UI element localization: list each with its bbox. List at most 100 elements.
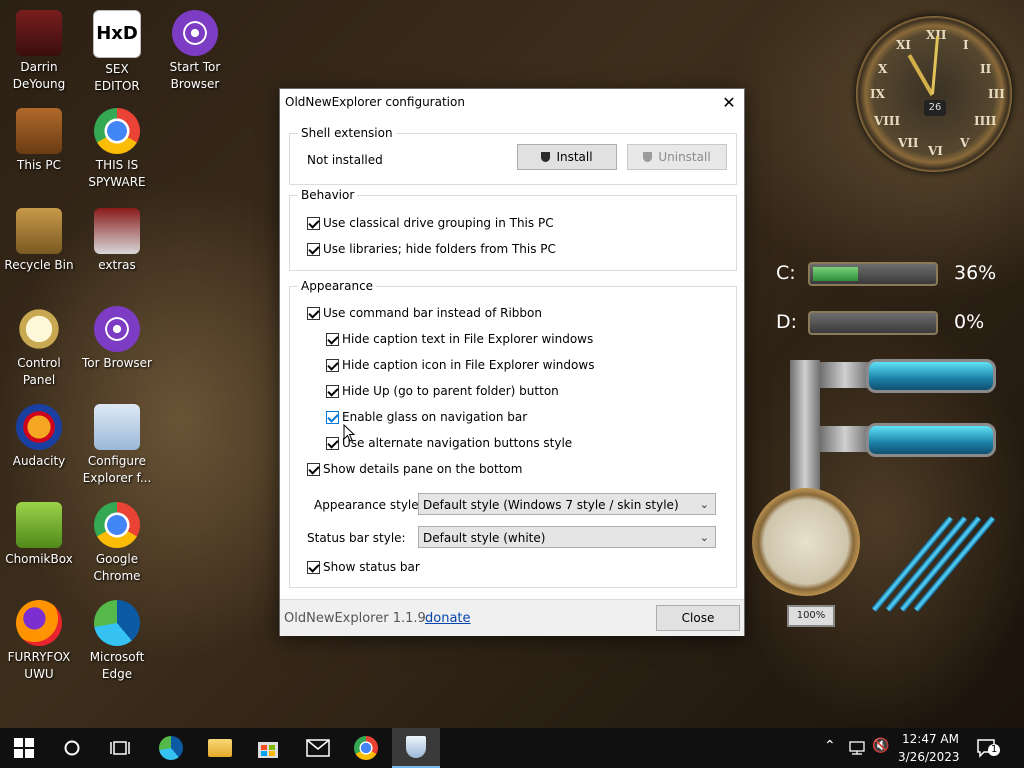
checkbox-hide-up-button[interactable] [326, 385, 339, 398]
desktop-icon-darrin-deyoung[interactable]: Darrin DeYoung [0, 10, 78, 93]
network-icon[interactable] [848, 740, 866, 756]
edge-icon [159, 736, 183, 760]
clock-numeral: VI [928, 144, 943, 158]
desktop-icon-extras[interactable]: extras [78, 208, 156, 274]
taskbar-chrome[interactable] [342, 728, 390, 768]
clock-numeral: IIII [974, 114, 997, 128]
audacity-icon [16, 404, 62, 450]
checkbox-command-bar[interactable] [307, 307, 320, 320]
chrome-icon [354, 736, 378, 760]
desktop-icon-label: Microsoft Edge [89, 650, 145, 681]
status-bar-style-select[interactable]: Default style (white) ⌄ [418, 526, 716, 548]
clock-numeral: X [878, 62, 888, 76]
donate-link[interactable]: donate [425, 611, 471, 626]
taskbar-file-explorer[interactable] [196, 728, 244, 768]
checkbox-label[interactable]: Hide caption icon in File Explorer windo… [342, 358, 594, 372]
drive-bar-fill [813, 267, 859, 281]
dialog-titlebar[interactable]: OldNewExplorer configuration ✕ [280, 89, 744, 117]
desktop-icon-label: ChomikBox [5, 552, 73, 566]
taskbar-edge[interactable] [146, 728, 194, 768]
install-status: Not installed [307, 153, 383, 167]
steampunk-clock-widget: XII I II III IIII V VI VII VIII IX X XI … [856, 16, 1012, 172]
desktop-icon-tor-browser[interactable]: Tor Browser [78, 306, 156, 372]
drive-c-meter: C: 36% [776, 260, 996, 288]
desktop-icon-label: This PC [17, 158, 61, 172]
close-icon[interactable]: ✕ [714, 89, 744, 117]
task-view-button[interactable] [96, 728, 144, 768]
shield-icon [541, 152, 551, 162]
appearance-style-label: Appearance style: [314, 498, 423, 512]
clock-numeral: IX [870, 87, 885, 101]
notification-count: 1 [988, 744, 1001, 756]
desktop-icon-furryfox[interactable]: FURRYFOX UWU [0, 600, 78, 683]
clock-time[interactable]: 12:47 AM [902, 732, 959, 746]
start-button[interactable] [0, 728, 48, 768]
show-hidden-icons-chevron-up-icon[interactable]: ⌃ [824, 738, 836, 754]
clock-date[interactable]: 3/26/2023 [898, 750, 960, 764]
close-button[interactable]: Close [656, 605, 740, 631]
taskbar: ⌃ 🔇 12:47 AM 3/26/2023 1 [0, 728, 1024, 768]
desktop-icon-google-chrome[interactable]: Google Chrome [78, 502, 156, 585]
task-view-icon [110, 741, 130, 755]
checkbox-label[interactable]: Hide Up (go to parent folder) button [342, 384, 559, 398]
checkbox-show-status-bar[interactable] [307, 561, 320, 574]
checkbox-details-pane-bottom[interactable] [307, 463, 320, 476]
checkbox-label[interactable]: Use command bar instead of Ribbon [323, 306, 542, 320]
mail-icon [306, 739, 330, 757]
desktop-icon-audacity[interactable]: Audacity [0, 404, 78, 470]
desktop-icon-label: Darrin DeYoung [12, 60, 66, 91]
drive-bar [808, 311, 938, 335]
chevron-down-icon: ⌄ [699, 498, 709, 511]
clock-numeral: V [960, 136, 970, 150]
checkbox-enable-glass[interactable] [326, 411, 339, 424]
checkbox-label[interactable]: Show status bar [323, 560, 420, 574]
drive-percent: 36% [954, 262, 997, 284]
checkbox-label[interactable]: Use classical drive grouping in This PC [323, 216, 554, 230]
desktop-icon-sex-editor[interactable]: HxD SEX EDITOR [78, 10, 156, 95]
checkbox-use-libraries[interactable] [307, 243, 320, 256]
checkbox-classical-drive-grouping[interactable] [307, 217, 320, 230]
chrome-icon [94, 108, 140, 154]
status-bar-style-label: Status bar style: [307, 531, 406, 545]
appearance-style-select[interactable]: Default style (Windows 7 style / skin st… [418, 493, 716, 515]
desktop-icon-start-tor-browser[interactable]: Start Tor Browser [156, 10, 234, 93]
checkbox-label[interactable]: Show details pane on the bottom [323, 462, 522, 476]
install-button[interactable]: Install [517, 144, 617, 170]
taskbar-mail[interactable] [294, 728, 342, 768]
pipe-decoration [820, 426, 870, 452]
desktop-icon-recycle-bin[interactable]: Recycle Bin [0, 208, 78, 274]
taskbar-store[interactable] [244, 728, 292, 768]
clock-numeral: VII [898, 136, 919, 150]
desktop-icon-this-is-spyware[interactable]: THIS IS SPYWARE [78, 108, 156, 191]
checkbox-label[interactable]: Use libraries; hide folders from This PC [323, 242, 556, 256]
pipe-decoration [790, 360, 820, 500]
desktop-icon-microsoft-edge[interactable]: Microsoft Edge [78, 600, 156, 683]
cpu-tube-gauge [866, 359, 996, 393]
clock-date: 26 [924, 100, 946, 116]
search-button[interactable] [48, 728, 96, 768]
dialog-footer: OldNewExplorer 1.1.9 donate Close [280, 599, 744, 636]
uninstall-button[interactable]: Uninstall [627, 144, 727, 170]
clock-minute-hand [931, 35, 940, 94]
volume-muted-icon[interactable]: 🔇 [872, 738, 889, 754]
pressure-gauge [752, 488, 860, 596]
desktop-icon-configure-explorer[interactable]: Configure Explorer f... [78, 404, 156, 487]
shield-icon [643, 152, 653, 162]
version-text: OldNewExplorer 1.1.9 [284, 611, 426, 626]
notification-center[interactable]: 1 [976, 736, 1001, 760]
checkbox-alternate-nav-buttons[interactable] [326, 437, 339, 450]
desktop-icon-chomikbox[interactable]: ChomikBox [0, 502, 78, 568]
desktop-icon-this-pc[interactable]: This PC [0, 108, 78, 174]
uninstall-button-label: Uninstall [658, 150, 711, 164]
checkbox-label[interactable]: Use alternate navigation buttons style [342, 436, 572, 450]
desktop-icon-control-panel[interactable]: Control Panel [0, 306, 78, 389]
hxd-icon: HxD [93, 10, 141, 58]
taskbar-oldnewexplorer[interactable] [392, 728, 440, 768]
hamster-icon [16, 502, 62, 548]
checkbox-hide-caption-text[interactable] [326, 333, 339, 346]
checkbox-label[interactable]: Enable glass on navigation bar [342, 410, 527, 424]
checkbox-label[interactable]: Hide caption text in File Explorer windo… [342, 332, 593, 346]
clock-numeral: I [963, 38, 969, 52]
checkbox-hide-caption-icon[interactable] [326, 359, 339, 372]
drive-label: C: [776, 262, 796, 284]
